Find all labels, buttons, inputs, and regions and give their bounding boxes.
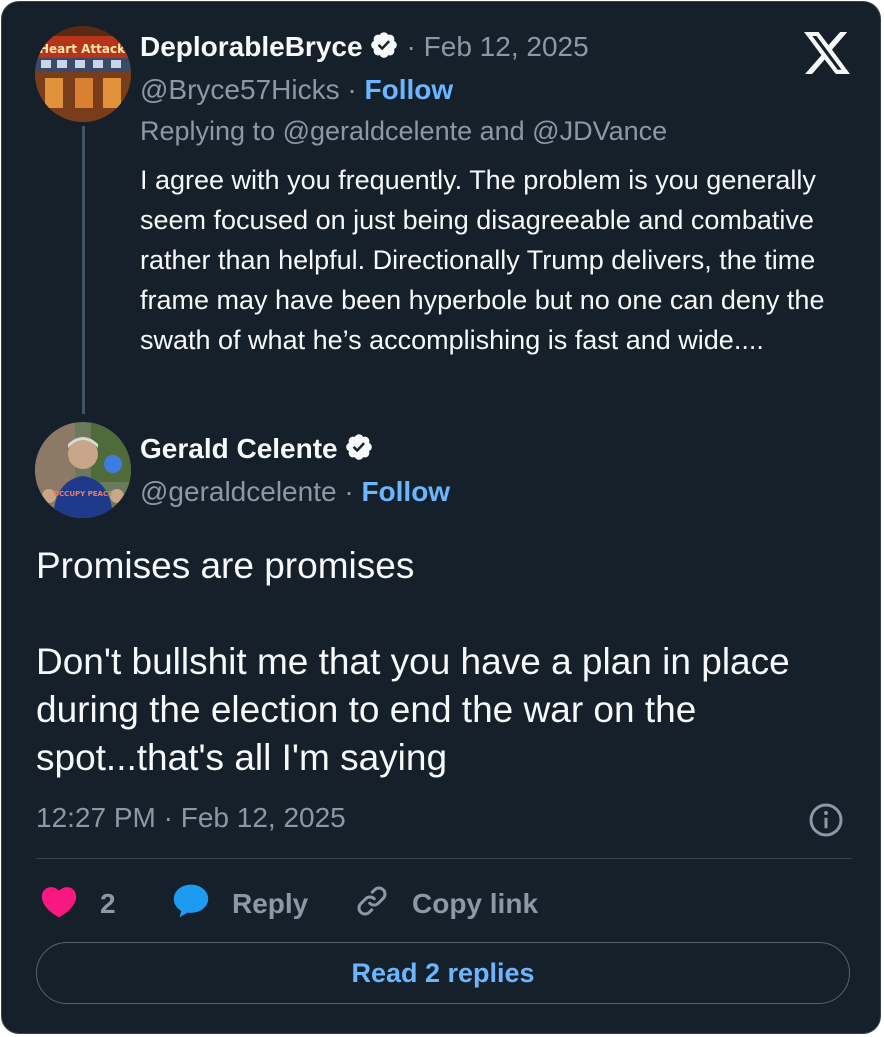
separator-dot: · [339, 74, 365, 105]
separator-dot: · [336, 476, 362, 507]
main-handle[interactable]: @geraldcelente [140, 476, 337, 507]
reply-label: Reply [232, 888, 309, 919]
verified-badge-icon [344, 432, 374, 469]
heart-icon [40, 884, 100, 925]
reply-date[interactable]: · Feb 12, 2025 [407, 31, 589, 62]
tweet-timestamp[interactable]: 12:27 PM · Feb 12, 2025 [36, 802, 346, 834]
reply-author-row: DeplorableBryce · Feb 12, 2025 [140, 30, 589, 67]
read-replies-button[interactable]: Read 2 replies [36, 942, 850, 1004]
reply-bubble-icon [172, 883, 232, 926]
avatar-deplorablebryce[interactable]: Heart Attack [35, 26, 131, 122]
replying-to-line[interactable]: Replying to @geraldcelente and @JDVance [140, 116, 667, 147]
main-tweet-line-1: Promises are promises [36, 545, 415, 586]
copy-link-label: Copy link [412, 888, 539, 919]
main-tweet-text: Promises are promises Don't bullshit me … [36, 542, 856, 782]
x-logo-icon[interactable] [804, 32, 850, 79]
thread-connector-line [82, 126, 85, 414]
main-tweet-line-2: Don't bullshit me that you have a plan i… [36, 641, 790, 778]
link-icon [354, 883, 412, 926]
avatar-geraldcelente[interactable]: OCCUPY PEACE [35, 422, 131, 518]
reply-button[interactable]: Reply [172, 882, 308, 926]
verified-badge-icon [369, 30, 399, 67]
reply-handle-row: @Bryce57Hicks · Follow [140, 74, 453, 106]
info-icon[interactable] [808, 802, 844, 843]
avatar-shirt-text: OCCUPY PEACE [53, 490, 113, 498]
reply-tweet-text: I agree with you frequently. The problem… [140, 165, 825, 355]
reply-handle[interactable]: @Bryce57Hicks [140, 74, 340, 105]
avatar-sign-text: Heart Attack [39, 42, 126, 56]
main-author-row: Gerald Celente [140, 432, 374, 469]
tweet-embed-card: Heart Attack DeplorableBryce · Feb 12, 20… [1, 1, 881, 1034]
copy-link-button[interactable]: Copy link [354, 882, 538, 926]
follow-button-reply-author[interactable]: Follow [364, 74, 453, 105]
reply-author-name[interactable]: DeplorableBryce [140, 31, 363, 62]
main-author-name[interactable]: Gerald Celente [140, 433, 338, 464]
divider [36, 858, 852, 859]
like-count: 2 [100, 888, 116, 919]
main-handle-row: @geraldcelente · Follow [140, 476, 450, 508]
follow-button-main-author[interactable]: Follow [361, 476, 450, 507]
like-button[interactable]: 2 [40, 882, 116, 926]
